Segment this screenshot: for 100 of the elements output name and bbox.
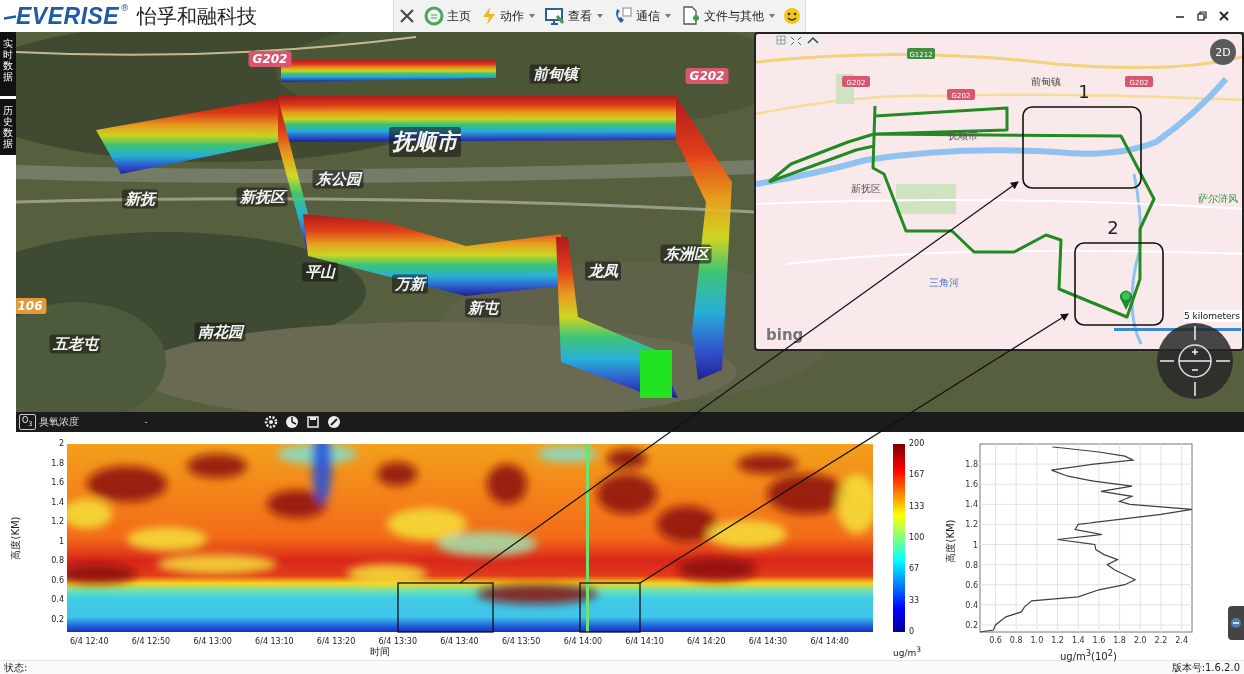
tick-label: 1 [972,540,978,550]
restore-icon [1196,10,1208,22]
restore-button[interactable] [1196,10,1208,22]
layer-value: - [144,417,148,427]
tick-label: 6/4 14:30 [748,637,788,646]
tick-label: 33 [909,595,921,606]
side-tab[interactable]: 历史数据 [0,99,16,155]
pen-circle-icon [327,415,342,429]
monitor-icon [545,6,566,26]
tick-label: 2.2 [1154,636,1168,645]
axis-title: ug/m$^{3}$(10$^{2}$) [1060,648,1118,663]
tick-label: 1.4 [51,497,64,508]
close-button[interactable] [398,7,417,25]
place-label: 东洲区 [660,244,712,264]
map-pin-icon [1120,290,1132,310]
menu-button[interactable]: 动作 [479,4,538,28]
place-label: 平山 [302,262,338,282]
map-brand-logo: bing [766,326,804,344]
tick-label: 0 [909,626,916,637]
road-sign: 106 [16,298,47,314]
close-icon [398,7,417,25]
place-label: 新抚区 [851,183,881,194]
tick-label: 6/4 12:50 [131,637,171,646]
view-mode-button[interactable]: 2D [1210,39,1236,65]
tick-label: 0.4 [51,595,64,606]
road-sign: G202 [685,68,729,84]
place-label: 万新 [392,274,428,294]
tick-label: 6/4 13:30 [378,637,417,646]
tick-label: 200 [909,439,926,449]
unit-label: ug/m$^{3}$ [893,645,922,658]
menu-button[interactable]: 通信 [611,4,674,28]
document-icon [681,6,702,26]
tick-label: 1.8 [51,458,64,469]
status-label: 状态: [4,662,28,674]
tick-label: 6/4 14:40 [810,637,849,646]
tick-label: 2.0 [1133,636,1147,645]
tick-label: 1.6 [1092,636,1106,645]
tick-label: 6/4 13:00 [193,637,232,646]
toolbar-button[interactable]: 主页 [422,4,474,28]
tick-label: 6/4 14:00 [563,637,603,646]
caret-icon [769,14,776,18]
tick-label: 1.6 [51,478,64,489]
navigation-control-icon[interactable] [1156,322,1234,400]
phone-icon [613,6,634,26]
tick-label: 0.2 [51,614,64,625]
tick-label: 6/4 14:20 [687,637,726,646]
close-icon [1218,10,1230,22]
tick-label: 6/4 13:40 [440,637,479,646]
layer-name: 臭氧浓度 [38,415,79,429]
scale-label: 5 kilometers [1183,311,1240,321]
tick-label: 1.8 [1113,636,1126,645]
emoji-button[interactable] [783,7,802,25]
road-sign: G202 [248,51,292,67]
side-tab[interactable]: 实时数据 [0,32,16,96]
place-label: 东公园 [312,169,364,189]
tick-label: 1.2 [51,517,64,528]
settings-button[interactable] [264,415,279,429]
company-name: 怡孚和融科技 [137,2,258,30]
tick-label: 6/4 14:10 [625,637,664,646]
close-window-button[interactable] [1218,10,1230,22]
tick-label: 0.4 [965,600,978,610]
version-label: 版本号:1.6.2.0 [1171,662,1240,674]
home-icon [424,6,445,26]
tick-label: 100 [909,533,926,543]
tick-label: 1 [58,536,64,547]
place-label: 萨尔浒风 [1198,193,1238,204]
menu-button[interactable]: 文件与其他 [679,4,778,28]
place-label: 前甸镇 [1031,76,1061,87]
axis-title: 高度(KM) [943,519,957,563]
tick-label: 167 [909,470,926,481]
place-label: 前甸镇 [529,64,581,84]
place-label: 新屯 [465,298,501,318]
tick-label: 133 [909,501,926,512]
place-label: 抚顺市 [948,130,978,141]
highlight-box [579,582,641,633]
registered-mark: ® [120,2,130,13]
smiley-icon [783,7,802,25]
save-icon [306,415,321,429]
tick-label: 67 [909,564,921,575]
lightning-icon [481,6,498,26]
tick-label: 0.6 [989,636,1002,645]
save-button[interactable] [306,415,321,429]
tick-label: 1.4 [1071,636,1085,645]
tick-label: 6/4 13:10 [255,637,294,646]
tick-label: 6/4 12:40 [70,637,109,646]
tick-label: 0.8 [965,560,978,570]
tick-label: 0.8 [1009,636,1023,645]
logo-text: EVERISE [16,2,120,30]
map-controls-icon[interactable] [774,34,822,47]
tick-label: 1.8 [965,460,978,470]
region-number: 2 [1107,217,1119,238]
caret-icon [665,14,672,18]
place-label: 三角河 [929,277,959,288]
tick-label: 0.6 [51,575,64,586]
tick-label: 6/4 13:20 [316,637,356,646]
tool-button[interactable] [327,415,342,429]
tick-label: 1.2 [965,520,978,530]
menu-button[interactable]: 查看 [543,4,606,28]
side-panel-handle[interactable] [1228,606,1244,640]
tick-label: 6/4 13:50 [501,637,541,646]
